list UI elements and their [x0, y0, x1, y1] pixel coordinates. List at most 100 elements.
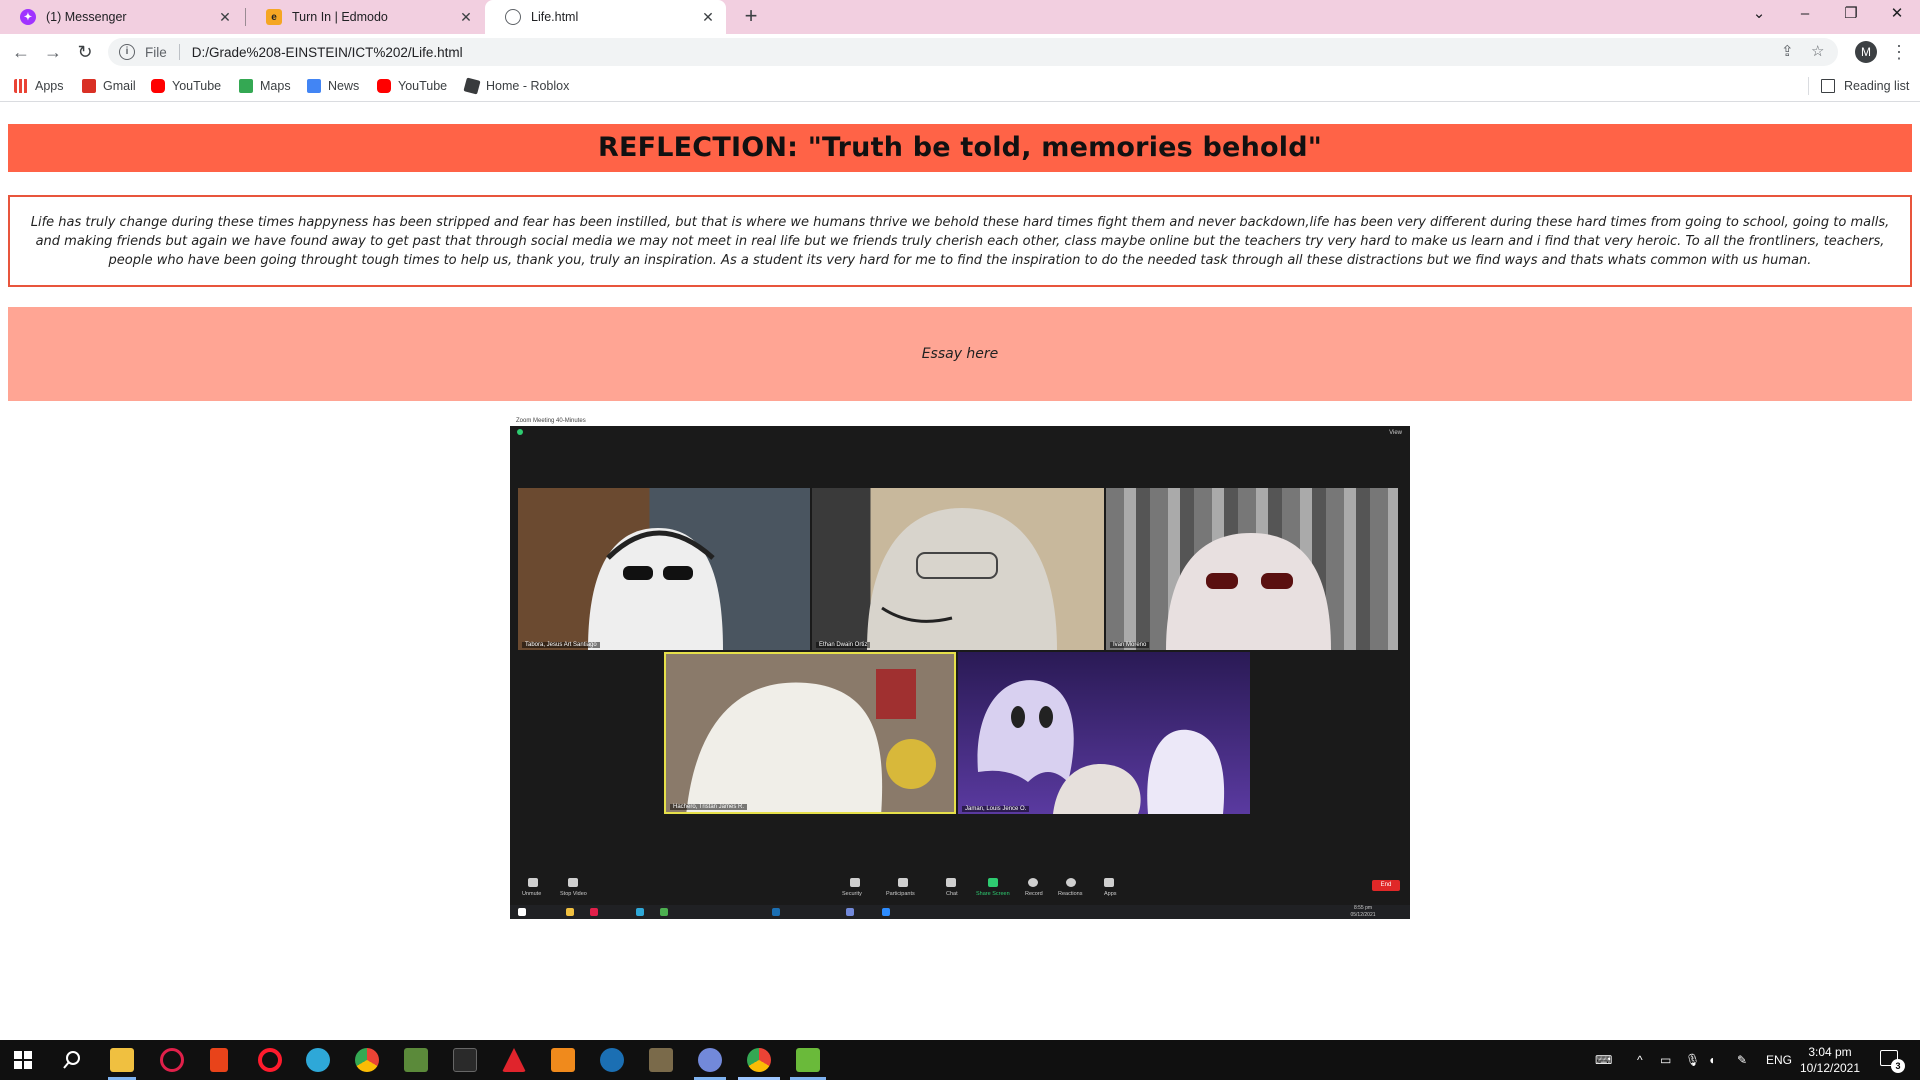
bookmark-label: Gmail: [103, 79, 136, 93]
bookmark-label: Apps: [35, 79, 64, 93]
bookmark-roblox[interactable]: Home - Roblox: [463, 77, 569, 95]
messenger-icon: ✦: [20, 9, 36, 25]
pen-icon[interactable]: ✎: [1737, 1040, 1747, 1080]
reading-list-label: Reading list: [1844, 79, 1910, 93]
bookmark-news[interactable]: News: [307, 77, 359, 95]
chrome-profile-icon[interactable]: [747, 1048, 771, 1072]
discord-icon[interactable]: [698, 1048, 722, 1072]
reading-list-button[interactable]: Reading list: [1808, 77, 1909, 95]
browser-toolbar: ← → ↻ i File D:/Grade%208-EINSTEIN/ICT%2…: [0, 34, 1920, 70]
record-icon: [1028, 878, 1038, 887]
menu-dots-icon[interactable]: ⋮: [1890, 40, 1908, 64]
participant-name: Hachero, Tristan James R.: [670, 804, 748, 810]
reflection-banner: REFLECTION: "Truth be told, memories beh…: [8, 124, 1912, 172]
browser-tab-bar: ✦ (1) Messenger ✕ e Turn In | Edmodo ✕ L…: [0, 0, 1920, 34]
tab-search-icon[interactable]: ⌄: [1736, 0, 1782, 30]
steam-icon[interactable]: [600, 1048, 624, 1072]
search-icon[interactable]: [60, 1048, 84, 1072]
participant-tile: Jaman, Louis Jence O.: [958, 652, 1250, 814]
zoom-secure-icon: [517, 429, 523, 435]
video-camera-icon: [568, 878, 578, 887]
participant-name: Tabora, Jesus Art Santiago: [522, 642, 600, 648]
zoom-control-label: Chat: [946, 891, 958, 897]
bookmark-gmail[interactable]: Gmail: [82, 77, 136, 95]
share-icon[interactable]: ⇪: [1781, 42, 1794, 60]
game-icon[interactable]: [649, 1048, 673, 1072]
chrome-icon[interactable]: [355, 1048, 379, 1072]
profile-avatar[interactable]: M: [1855, 41, 1877, 63]
gmail-icon: [82, 79, 96, 93]
close-tab-icon[interactable]: ✕: [458, 9, 474, 25]
adobe-icon[interactable]: [502, 1048, 526, 1072]
essay-text: Essay here: [921, 346, 999, 362]
vlc-icon[interactable]: [551, 1048, 575, 1072]
reactions-icon: [1066, 878, 1076, 887]
notepad-icon[interactable]: [796, 1048, 820, 1072]
tab-title: (1) Messenger: [46, 10, 127, 24]
participants-icon: [898, 878, 908, 887]
opera-icon[interactable]: [258, 1048, 282, 1072]
zoom-control-label: Apps: [1104, 891, 1117, 897]
back-button[interactable]: ←: [9, 40, 33, 64]
opera-gx-icon: [590, 908, 598, 916]
url-text[interactable]: D:/Grade%208-EINSTEIN/ICT%202/Life.html: [192, 45, 463, 60]
steam-icon: [772, 908, 780, 916]
tab-messenger[interactable]: ✦ (1) Messenger ✕: [0, 0, 243, 34]
network-icon[interactable]: ▭: [1660, 1040, 1671, 1080]
clock-time: 3:04 pm: [1808, 1045, 1852, 1059]
minecraft-icon[interactable]: [404, 1048, 428, 1072]
share-screen-icon: [988, 878, 998, 887]
zoom-meeting-image: Zoom Meeting 40-Minutes View Tabora, Jes…: [510, 416, 1410, 919]
edmodo-icon: e: [266, 9, 282, 25]
close-window-button[interactable]: ✕: [1874, 0, 1920, 30]
edge-icon: [636, 908, 644, 916]
microphone-icon[interactable]: 🎙: [1685, 1040, 1700, 1080]
bookmark-apps[interactable]: Apps: [14, 77, 64, 95]
mic-muted-icon: [528, 878, 538, 887]
clock-date: 10/12/2021: [1799, 1061, 1861, 1075]
forward-button[interactable]: →: [41, 40, 65, 64]
zoom-image-time: 8:55 pm: [1353, 905, 1373, 911]
opera-gx-icon[interactable]: [160, 1048, 184, 1072]
participant-tile: Ethan Dwain Ortiz: [812, 488, 1104, 650]
close-tab-icon[interactable]: ✕: [217, 9, 233, 25]
edge-icon[interactable]: [306, 1048, 330, 1072]
reload-button[interactable]: ↻: [73, 40, 97, 64]
tab-life-html[interactable]: Life.html ✕: [485, 0, 726, 34]
tab-edmodo[interactable]: e Turn In | Edmodo ✕: [246, 0, 484, 34]
notification-count: 3: [1891, 1059, 1905, 1073]
file-explorer-icon[interactable]: [110, 1048, 134, 1072]
apps-grid-icon: [14, 79, 28, 93]
address-bar[interactable]: i File D:/Grade%208-EINSTEIN/ICT%202/Lif…: [108, 38, 1838, 66]
language-indicator[interactable]: ENG: [1766, 1040, 1792, 1080]
participant-tile-active-speaker: Hachero, Tristan James R.: [664, 652, 956, 814]
close-tab-icon[interactable]: ✕: [700, 9, 716, 25]
bookmark-star-icon[interactable]: ☆: [1811, 42, 1824, 60]
bookmark-label: News: [328, 79, 360, 93]
windows-start-icon[interactable]: [11, 1048, 35, 1072]
office-icon[interactable]: [210, 1048, 228, 1072]
zoom-control-label: Share Screen: [976, 891, 1010, 897]
zoom-control-label: Unmute: [522, 891, 542, 897]
keyboard-icon[interactable]: ⌨: [1595, 1040, 1612, 1080]
info-icon[interactable]: i: [119, 44, 135, 60]
volume-icon[interactable]: ◖: [1708, 1040, 1715, 1080]
omnibox-divider: [178, 44, 180, 60]
bookmark-youtube[interactable]: YouTube: [151, 77, 221, 95]
ghost-costume-image: [1166, 533, 1331, 650]
zoom-control-label: Record: [1025, 891, 1043, 897]
minimize-button[interactable]: –: [1782, 0, 1828, 30]
system-clock[interactable]: 3:04 pm 10/12/2021: [1790, 1044, 1870, 1076]
bookmark-maps[interactable]: Maps: [239, 77, 291, 95]
notification-center-icon[interactable]: 3: [1880, 1050, 1905, 1073]
globe-icon: [505, 9, 521, 25]
restore-button[interactable]: ❐: [1828, 0, 1874, 30]
new-tab-button[interactable]: +: [738, 4, 764, 30]
reflection-box: Life has truly change during these times…: [8, 195, 1912, 287]
epic-games-icon[interactable]: [453, 1048, 477, 1072]
chat-icon: [946, 878, 956, 887]
roblox-icon: [463, 77, 481, 95]
participant-tile: Tabora, Jesus Art Santiago: [518, 488, 810, 650]
bookmark-youtube[interactable]: YouTube: [377, 77, 447, 95]
tray-overflow-icon[interactable]: ^: [1637, 1040, 1643, 1080]
